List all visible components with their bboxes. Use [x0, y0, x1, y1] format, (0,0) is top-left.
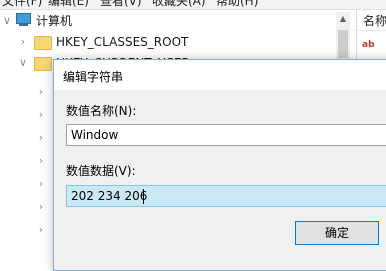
- menu-help[interactable]: 帮助(H): [216, 0, 258, 9]
- tree-item-label: HKEY_CLASSES_ROOT: [56, 35, 189, 49]
- tree-item-label: 计算机: [36, 14, 73, 28]
- tree-item-hkey-classes-root[interactable]: › HKEY_CLASSES_ROOT: [0, 31, 330, 53]
- tree-item-computer[interactable]: ∨ 计算机: [0, 10, 330, 32]
- chevron-down-icon[interactable]: ∨: [17, 52, 29, 74]
- menu-favorites[interactable]: 收藏夹(A): [152, 0, 206, 9]
- chevron-down-icon[interactable]: ∨: [1, 10, 13, 32]
- folder-icon: [34, 57, 52, 71]
- chevron-right-icon[interactable]: ›: [35, 223, 47, 245]
- chevron-right-icon[interactable]: ›: [35, 177, 47, 199]
- computer-icon: [15, 13, 32, 28]
- string-value-icon: ab: [362, 40, 375, 50]
- chevron-right-icon[interactable]: ›: [17, 31, 29, 53]
- menu-view[interactable]: 查看(V): [100, 0, 142, 9]
- value-data-text: 202 234 206: [71, 189, 148, 203]
- folder-icon: [34, 36, 52, 50]
- scroll-thumb[interactable]: [338, 30, 348, 58]
- text-caret: [143, 189, 144, 204]
- scroll-up-icon[interactable]: ▲: [336, 12, 350, 26]
- chevron-right-icon[interactable]: ›: [35, 108, 47, 130]
- menu-file[interactable]: 文件(F): [2, 0, 42, 9]
- menu-bar: 文件(F) 编辑(E) 查看(V) 收藏夹(A) 帮助(H): [0, 0, 386, 10]
- value-name-label: 数值名称(N):: [66, 104, 137, 118]
- dialog-titlebar[interactable]: 编辑字符串: [54, 60, 386, 90]
- column-header-name[interactable]: 名称: [357, 10, 386, 31]
- column-header-label: 名称: [363, 14, 386, 28]
- value-name-text: Window: [71, 128, 119, 142]
- chevron-right-icon[interactable]: ›: [35, 85, 47, 107]
- menu-edit[interactable]: 编辑(E): [48, 0, 89, 9]
- dialog-title: 编辑字符串: [63, 70, 124, 84]
- edit-string-dialog: 编辑字符串 数值名称(N): Window 数值数据(V): 202 234 2…: [53, 59, 386, 271]
- chevron-right-icon[interactable]: ›: [35, 200, 47, 222]
- chevron-right-icon[interactable]: ›: [35, 154, 47, 176]
- value-data-label: 数值数据(V):: [66, 164, 136, 178]
- ok-button[interactable]: 确定: [295, 221, 379, 245]
- chevron-right-icon[interactable]: ›: [35, 131, 47, 153]
- value-name-field[interactable]: Window: [66, 124, 386, 146]
- value-data-field[interactable]: 202 234 206: [66, 185, 386, 207]
